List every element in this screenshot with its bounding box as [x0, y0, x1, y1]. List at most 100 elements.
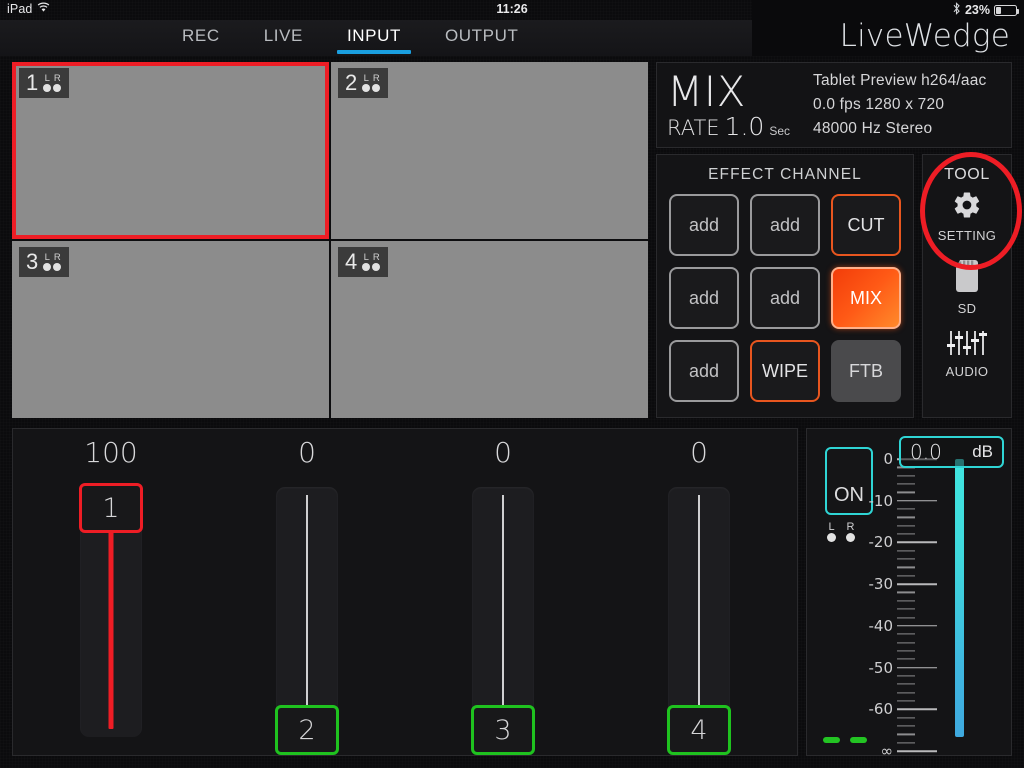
lr-right-label-1: R	[53, 73, 61, 84]
gear-icon	[952, 190, 982, 225]
tab-input-label: INPUT	[346, 26, 401, 45]
db-scale-tick-major	[897, 499, 937, 502]
fader-handle-4[interactable]: 4	[667, 705, 731, 755]
lr-right-label-4: R	[372, 252, 380, 263]
lr-right-label-2: R	[372, 73, 380, 84]
tool-item-sd-label: SD	[957, 301, 977, 316]
tab-rec[interactable]: REC	[160, 20, 242, 56]
lr-right-dot-3	[53, 263, 62, 271]
fader-channel-3: 0 3	[405, 429, 601, 755]
db-scale-tick-major	[897, 666, 937, 669]
rate-unit: Sec	[769, 124, 791, 138]
audio-level-pip-right	[850, 737, 867, 743]
tab-live[interactable]: LIVE	[242, 20, 325, 56]
lr-right-label-3: R	[53, 252, 61, 263]
effect-button-ftb[interactable]: FTB	[831, 340, 901, 402]
fader-channel-2: 0 2	[209, 429, 405, 755]
audio-meter-panel: ON L R 0 -10 -20 -30 -40 -50 -60 ∞ 0.0 dB	[806, 428, 1012, 760]
tool-panel: TOOL SETTING SD AUDIO	[922, 154, 1012, 418]
db-scale: 0 -10 -20 -30 -40 -50 -60 ∞	[865, 441, 943, 760]
stream-codec-line: Tablet Preview h264/aac	[813, 72, 987, 89]
db-scale-tick-minor	[897, 591, 915, 594]
effect-button-add-3[interactable]: add	[669, 267, 739, 329]
lr-left-dot-4	[362, 263, 371, 271]
preview-badge-4: 4 L R	[338, 247, 389, 277]
db-scale-tick-major	[897, 541, 937, 544]
tool-panel-title: TOOL	[944, 166, 990, 183]
effect-button-add-5[interactable]: add	[669, 340, 739, 402]
battery-percent-label: 23%	[964, 3, 990, 17]
lr-right-dot-2	[372, 84, 381, 92]
fader-handle-3[interactable]: 3	[471, 705, 535, 755]
tool-item-audio[interactable]: AUDIO	[946, 316, 989, 379]
db-scale-tick-minor	[897, 683, 915, 685]
lr-right-dot-4	[372, 263, 381, 271]
effect-button-add-4[interactable]: add	[750, 267, 820, 329]
app-header: REC LIVE INPUT OUTPUT LiveWedge	[0, 0, 1024, 56]
preview-cell-2[interactable]: 2 L R	[331, 62, 648, 239]
db-scale-tick-minor	[897, 658, 915, 660]
fader-track-4[interactable]: 4	[667, 487, 731, 755]
fader-handle-1[interactable]: 1	[79, 483, 143, 533]
audio-lr-indicator: L R	[827, 521, 855, 542]
db-scale-tick-minor	[897, 600, 915, 602]
db-scale-tick-major	[897, 708, 937, 711]
preview-cell-4[interactable]: 4 L R	[331, 241, 648, 418]
preview-cell-3[interactable]: 3 L R	[12, 241, 329, 418]
fader-track-3[interactable]: 3	[471, 487, 535, 755]
effect-button-cut[interactable]: CUT	[831, 194, 901, 256]
stream-spec-block: Tablet Preview h264/aac 0.0 fps 1280 x 7…	[807, 69, 1011, 141]
db-scale-tick-minor	[897, 608, 915, 610]
audio-db-readout[interactable]: 0.0 dB	[899, 436, 1004, 468]
fader-value-1: 100	[84, 436, 138, 469]
status-bar-clock: 11:26	[496, 2, 528, 16]
fader-channel-4: 0 4	[601, 429, 797, 755]
db-scale-label: -60	[868, 700, 894, 719]
audio-level-pip-left	[823, 737, 840, 743]
preview-channel-number-1: 1	[26, 70, 39, 95]
rate-value: 1.0	[724, 112, 765, 141]
lr-left-dot-3	[43, 263, 52, 271]
rate-label: RATE	[667, 116, 720, 140]
db-scale-tick-minor	[897, 742, 915, 744]
effect-button-wipe[interactable]: WIPE	[750, 340, 820, 402]
tool-item-setting[interactable]: SETTING	[938, 184, 996, 243]
preview-cell-1[interactable]: 1 L R	[12, 62, 329, 239]
tab-output[interactable]: OUTPUT	[423, 20, 540, 56]
db-scale-label: -40	[868, 616, 894, 635]
preview-badge-3: 3 L R	[19, 247, 70, 277]
db-scale-tick-minor	[897, 725, 915, 727]
db-scale-tick-minor	[897, 675, 915, 677]
lr-left-label-4: L	[363, 252, 369, 263]
audio-sliders-icon	[946, 330, 988, 361]
effect-button-mix[interactable]: MIX	[831, 267, 901, 329]
preview-lr-indicator-1: L R	[43, 73, 62, 92]
input-preview-grid: 1 L R 2 L R 3 L R 4 L R	[12, 62, 648, 418]
db-scale-label: ∞	[880, 742, 894, 760]
mix-rate-block: MIX RATE 1.0 Sec	[657, 63, 807, 147]
db-scale-tick-minor	[897, 491, 915, 493]
db-scale-tick-major	[897, 625, 937, 627]
db-scale-tick-minor	[897, 525, 915, 527]
effect-button-add-2[interactable]: add	[750, 194, 820, 256]
fader-track-1[interactable]: 1	[79, 483, 143, 737]
db-scale-tick-minor	[897, 717, 915, 719]
battery-icon	[994, 4, 1019, 16]
audio-db-unit: dB	[972, 442, 993, 461]
tool-item-sd[interactable]: SD	[953, 243, 981, 316]
active-tab-indicator	[336, 50, 411, 54]
tab-input[interactable]: INPUT	[325, 20, 423, 56]
app-logo-livewedge: LiveWedge	[839, 18, 1010, 54]
fader-track-2[interactable]: 2	[275, 487, 339, 755]
db-scale-tick-major	[897, 583, 937, 585]
db-scale-tick-minor	[897, 575, 915, 577]
effect-channel-panel: EFFECT CHANNEL add add CUT add add MIX a…	[656, 154, 914, 418]
db-scale-tick-minor	[897, 650, 915, 652]
db-scale-tick-minor	[897, 558, 915, 560]
fader-handle-2[interactable]: 2	[275, 705, 339, 755]
lr-left-dot-2	[362, 84, 371, 92]
db-scale-tick-major	[897, 750, 937, 752]
effect-button-add-1[interactable]: add	[669, 194, 739, 256]
audio-lr-right-label: R	[846, 521, 855, 533]
audio-lr-left-dot	[827, 533, 836, 542]
